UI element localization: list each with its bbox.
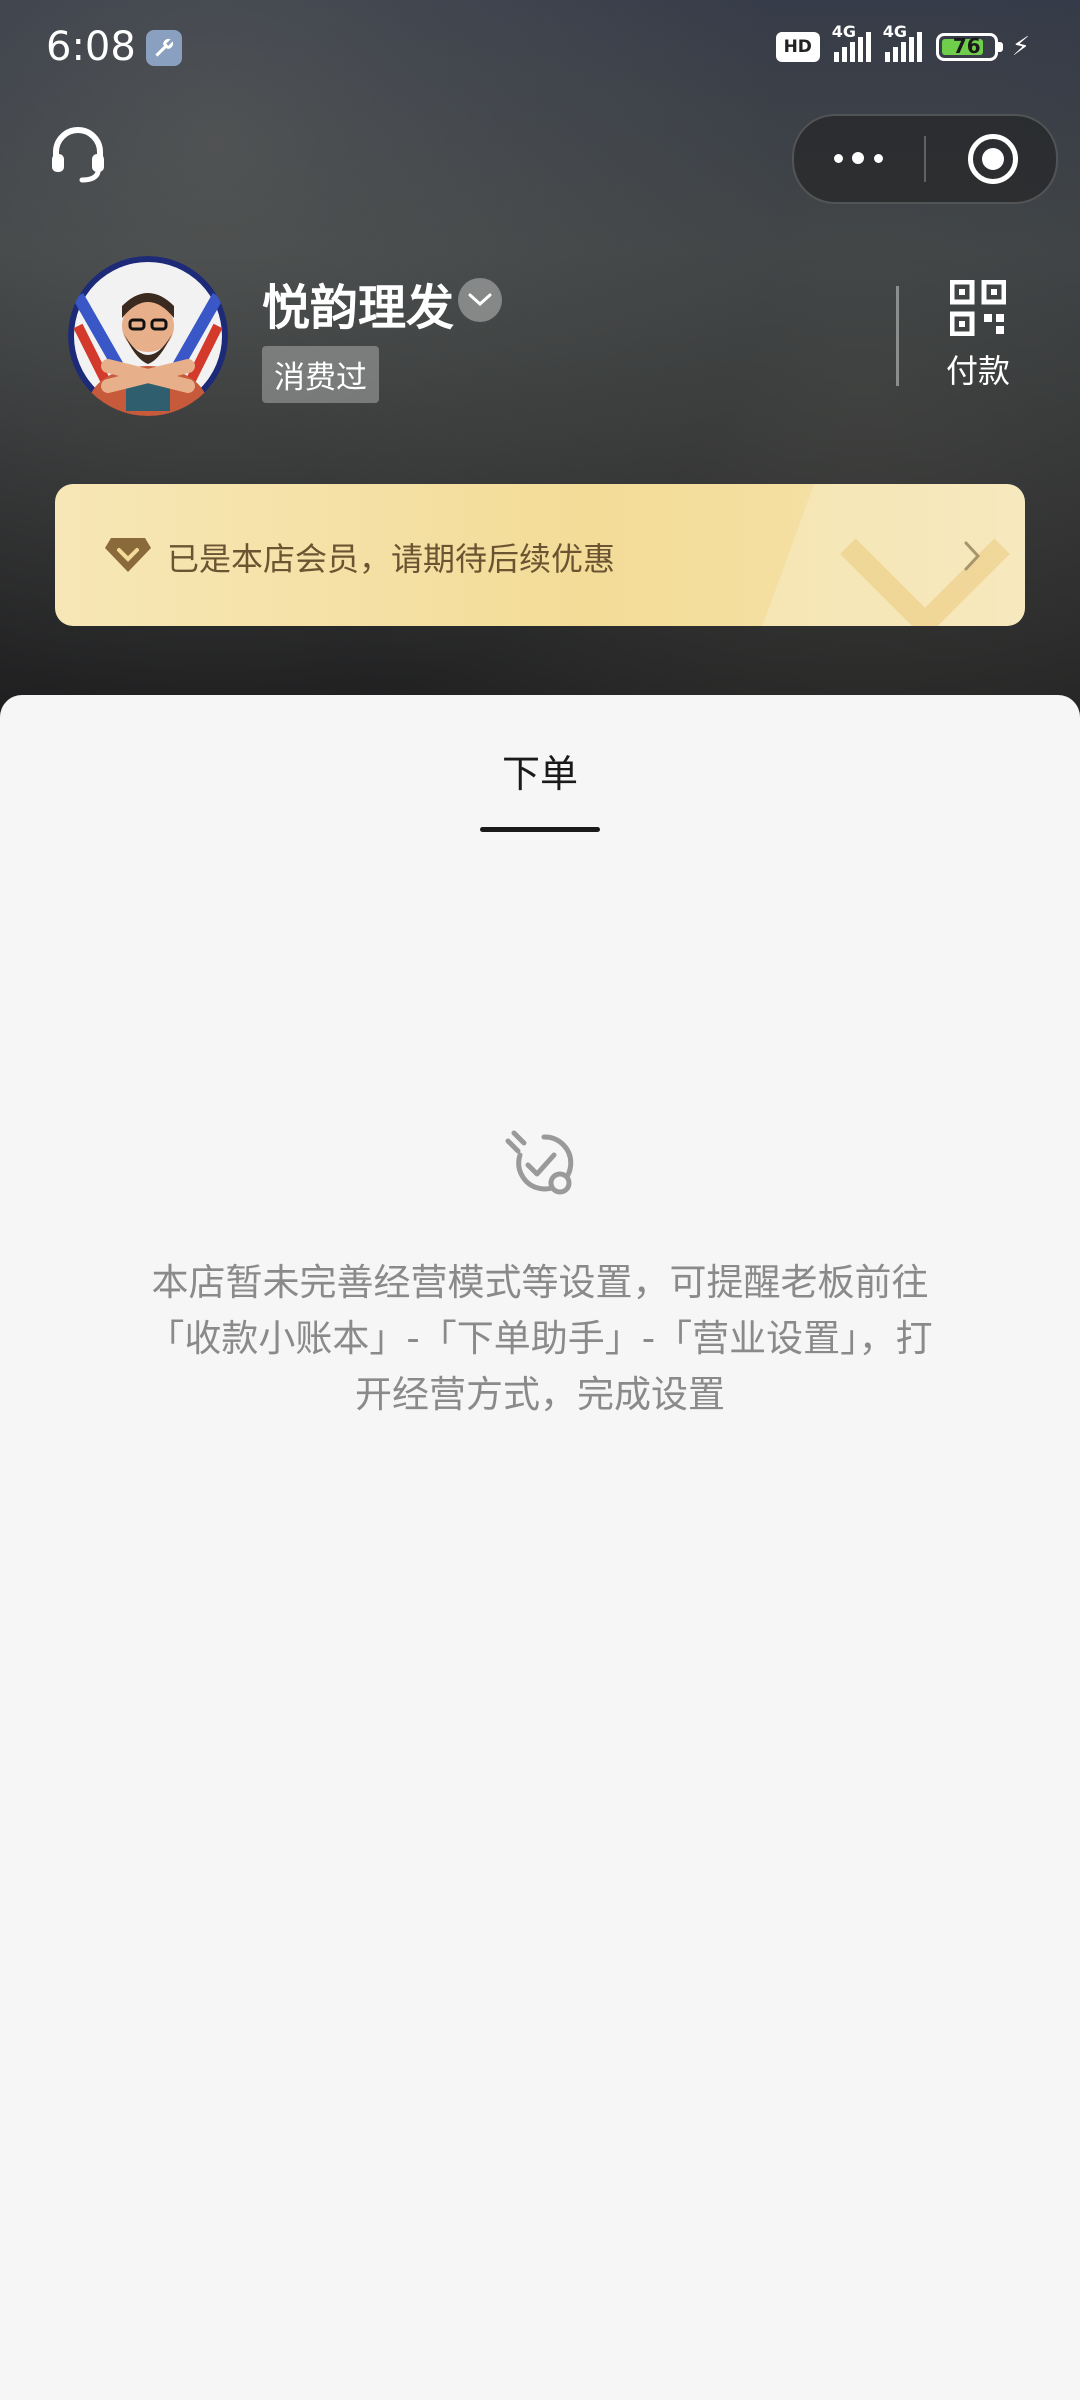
member-banner[interactable]: 已是本店会员，请期待后续优惠 (55, 484, 1025, 626)
signal-icon-2: 4G (883, 22, 922, 62)
empty-state-message: 本店暂未完善经营模式等设置，可提醒老板前往「收款小账本」-「下单助手」-「营业设… (147, 1261, 933, 1416)
miniprogram-capsule (792, 114, 1058, 204)
close-miniprogram-icon[interactable] (968, 134, 1018, 184)
more-icon[interactable] (830, 138, 890, 178)
headset-icon[interactable] (46, 122, 110, 186)
shop-avatar[interactable] (68, 256, 228, 416)
divider (896, 286, 899, 386)
tab-indicator (480, 827, 600, 832)
charging-icon: ⚡ (1011, 32, 1030, 62)
wrench-icon (146, 30, 182, 66)
content-panel: 下单 本店暂未完善经营模式等设置，可提醒老板前往「收款小账本」-「下单助手」-「… (0, 695, 1080, 2400)
tab-order[interactable]: 下单 (0, 743, 1080, 798)
pay-button[interactable]: 付款 (938, 279, 1018, 392)
clock: 6:08 (46, 24, 136, 70)
status-bar: 6:08 HD 4G 4G 76 ⚡ (0, 0, 1080, 100)
chevron-down-icon[interactable] (458, 278, 502, 322)
shop-name[interactable]: 悦韵理发 (262, 268, 454, 338)
qr-code-icon (949, 279, 1007, 337)
signal-icon: 4G (832, 22, 871, 62)
member-text: 已是本店会员，请期待后续优惠 (167, 540, 616, 578)
hd-icon: HD (775, 32, 820, 62)
pay-label: 付款 (945, 352, 1010, 390)
diamond-icon (105, 538, 151, 572)
chevron-right-icon (964, 541, 981, 571)
plug-check-icon (505, 1130, 574, 1195)
battery-icon: 76 (935, 33, 1003, 61)
status-badge: 消费过 (262, 346, 379, 403)
